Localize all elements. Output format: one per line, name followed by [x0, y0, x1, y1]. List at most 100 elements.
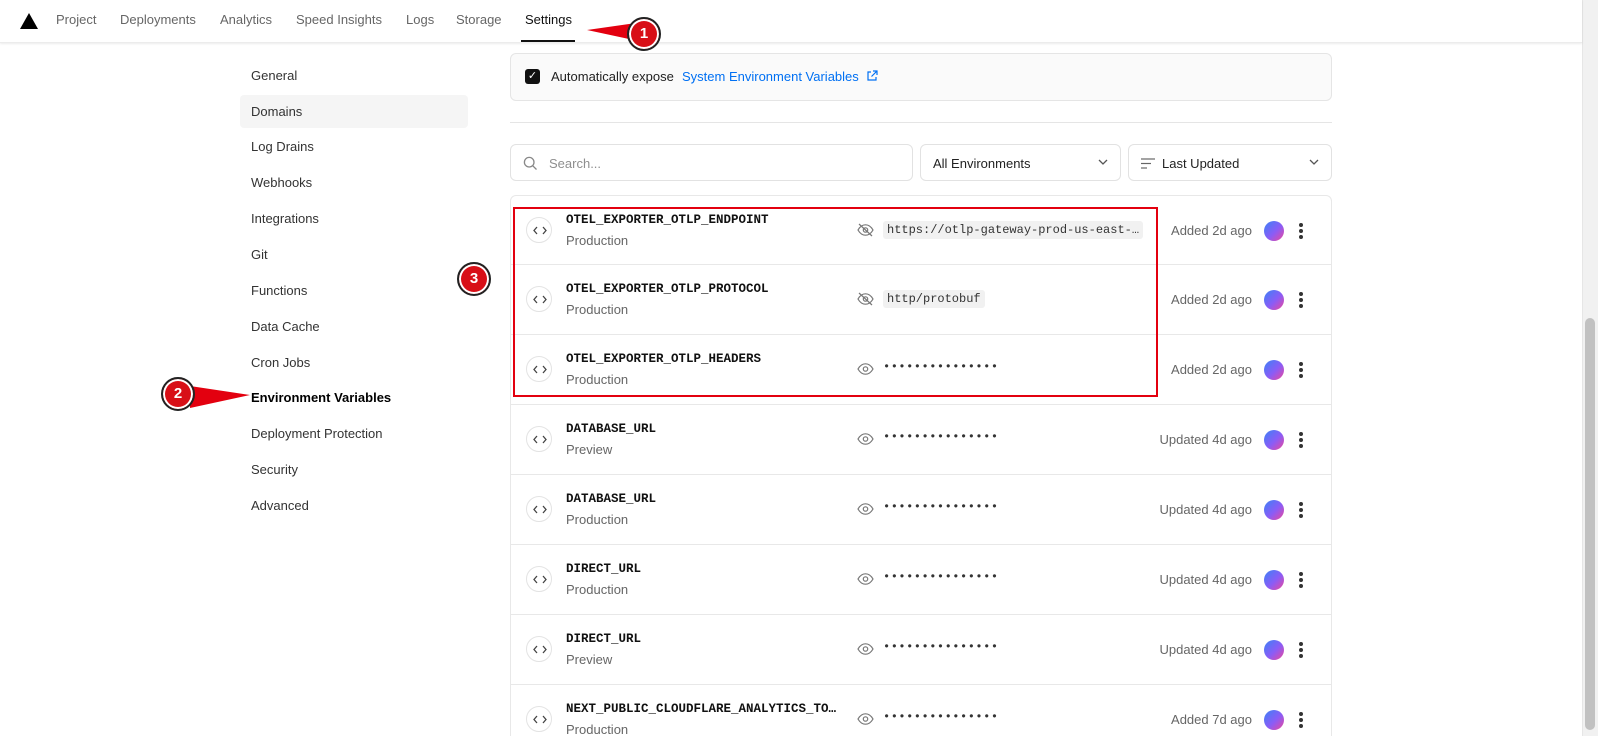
avatar[interactable] [1264, 710, 1284, 730]
sort-select[interactable]: Last Updated [1128, 144, 1332, 181]
chevron-down-icon [1098, 159, 1108, 165]
sidebar-item-advanced[interactable]: Advanced [240, 489, 468, 522]
eye-off-icon[interactable] [857, 292, 874, 306]
more-options-icon[interactable] [1297, 500, 1305, 520]
avatar[interactable] [1264, 570, 1284, 590]
env-var-name: OTEL_EXPORTER_OTLP_ENDPOINT [566, 213, 769, 227]
avatar[interactable] [1264, 360, 1284, 380]
code-icon [526, 496, 552, 522]
sidebar-item-git[interactable]: Git [240, 238, 468, 271]
env-var-name: DIRECT_URL [566, 562, 642, 576]
scrollbar-thumb[interactable] [1585, 318, 1595, 730]
env-var-environment: Production [566, 372, 629, 387]
env-var-updated: Updated 4d ago [1159, 432, 1252, 447]
sidebar-item-functions[interactable]: Functions [240, 274, 468, 307]
search-input[interactable] [549, 153, 899, 173]
env-var-value: ••••••••••••••• [883, 640, 999, 654]
avatar[interactable] [1264, 290, 1284, 310]
avatar[interactable] [1264, 430, 1284, 450]
env-var-name: DATABASE_URL [566, 422, 657, 436]
active-tab-indicator [521, 40, 575, 42]
env-var-name: OTEL_EXPORTER_OTLP_PROTOCOL [566, 282, 769, 296]
chevron-down-icon [1309, 159, 1319, 165]
tab-speed-insights[interactable]: Speed Insights [296, 12, 382, 27]
code-icon [526, 636, 552, 662]
more-options-icon[interactable] [1297, 221, 1305, 241]
more-options-icon[interactable] [1297, 360, 1305, 380]
annotation-badge-1: 1 [627, 17, 661, 51]
env-var-row[interactable]: DATABASE_URL Production ••••••••••••••• Upd… [510, 475, 1332, 545]
search-box[interactable] [510, 144, 913, 181]
code-icon [526, 566, 552, 592]
env-var-row[interactable]: NEXT_PUBLIC_CLOUDFLARE_ANALYTICS_TO… Prod… [510, 685, 1332, 736]
env-var-environment: Production [566, 512, 629, 527]
more-options-icon[interactable] [1297, 570, 1305, 590]
env-var-value: ••••••••••••••• [883, 430, 999, 444]
sidebar-item-environment-variables[interactable]: Environment Variables [240, 381, 468, 414]
env-var-environment: Preview [566, 652, 613, 667]
code-icon [526, 706, 552, 732]
env-var-name: NEXT_PUBLIC_CLOUDFLARE_ANALYTICS_TO… [566, 702, 837, 716]
expose-label: Automatically expose [551, 69, 674, 84]
env-var-row[interactable]: DATABASE_URL Preview ••••••••••••••• Update… [510, 405, 1332, 475]
vercel-logo-icon[interactable] [20, 13, 38, 29]
sidebar-item-security[interactable]: Security [240, 453, 468, 486]
code-icon [526, 426, 552, 452]
avatar[interactable] [1264, 221, 1284, 241]
annotation-arrow-2 [190, 386, 250, 408]
env-var-value: https://otlp-gateway-prod-us-east-… [883, 221, 1144, 239]
tab-logs[interactable]: Logs [406, 12, 434, 27]
more-options-icon[interactable] [1297, 430, 1305, 450]
eye-off-icon[interactable] [857, 223, 874, 237]
env-var-row[interactable]: OTEL_EXPORTER_OTLP_HEADERS Production ••••… [510, 335, 1332, 405]
env-var-value: http/protobuf [883, 290, 985, 308]
env-var-updated: Updated 4d ago [1159, 642, 1252, 657]
sidebar-item-webhooks[interactable]: Webhooks [240, 166, 468, 199]
tab-deployments[interactable]: Deployments [120, 12, 196, 27]
env-var-value: ••••••••••••••• [883, 500, 999, 514]
more-options-icon[interactable] [1297, 290, 1305, 310]
sidebar-item-general[interactable]: General [240, 59, 468, 92]
more-options-icon[interactable] [1297, 710, 1305, 730]
env-var-name: DIRECT_URL [566, 632, 642, 646]
sidebar-item-integrations[interactable]: Integrations [240, 202, 468, 235]
annotation-badge-2: 2 [161, 377, 195, 411]
env-var-updated: Updated 4d ago [1159, 572, 1252, 587]
eye-icon[interactable] [857, 712, 874, 726]
sidebar-item-domains[interactable]: Domains [240, 95, 468, 128]
avatar[interactable] [1264, 640, 1284, 660]
eye-icon[interactable] [857, 362, 874, 376]
env-var-name: DATABASE_URL [566, 492, 657, 506]
env-var-value: ••••••••••••••• [883, 570, 999, 584]
eye-icon[interactable] [857, 642, 874, 656]
env-var-row[interactable]: OTEL_EXPORTER_OTLP_ENDPOINT Production htt… [510, 195, 1332, 265]
code-icon [526, 286, 552, 312]
avatar[interactable] [1264, 500, 1284, 520]
tab-project[interactable]: Project [56, 12, 96, 27]
env-var-row[interactable]: DIRECT_URL Preview ••••••••••••••• Updated … [510, 615, 1332, 685]
env-var-row[interactable]: DIRECT_URL Production ••••••••••••••• Updat… [510, 545, 1332, 615]
annotation-badge-3: 3 [457, 262, 491, 296]
external-link-icon[interactable] [866, 70, 878, 82]
code-icon [526, 356, 552, 382]
env-var-row[interactable]: OTEL_EXPORTER_OTLP_PROTOCOL Production htt… [510, 265, 1332, 335]
eye-icon[interactable] [857, 502, 874, 516]
eye-icon[interactable] [857, 432, 874, 446]
sort-select-value: Last Updated [1162, 156, 1240, 171]
expose-checkbox[interactable]: ✓ [525, 69, 540, 84]
sidebar-item-deployment-protection[interactable]: Deployment Protection [240, 417, 468, 450]
tab-settings[interactable]: Settings [525, 12, 572, 27]
sidebar-item-cron-jobs[interactable]: Cron Jobs [240, 346, 468, 379]
env-var-updated: Added 2d ago [1171, 362, 1252, 377]
eye-icon[interactable] [857, 572, 874, 586]
environment-select[interactable]: All Environments [920, 144, 1121, 181]
sidebar-item-data-cache[interactable]: Data Cache [240, 310, 468, 343]
tab-analytics[interactable]: Analytics [220, 12, 272, 27]
system-env-vars-link[interactable]: System Environment Variables [682, 69, 859, 84]
tab-storage[interactable]: Storage [456, 12, 502, 27]
more-options-icon[interactable] [1297, 640, 1305, 660]
env-var-name: OTEL_EXPORTER_OTLP_HEADERS [566, 352, 762, 366]
sidebar-item-log-drains[interactable]: Log Drains [240, 130, 468, 163]
expose-system-env-panel: ✓ Automatically expose System Environmen… [510, 53, 1332, 101]
env-var-updated: Added 7d ago [1171, 712, 1252, 727]
